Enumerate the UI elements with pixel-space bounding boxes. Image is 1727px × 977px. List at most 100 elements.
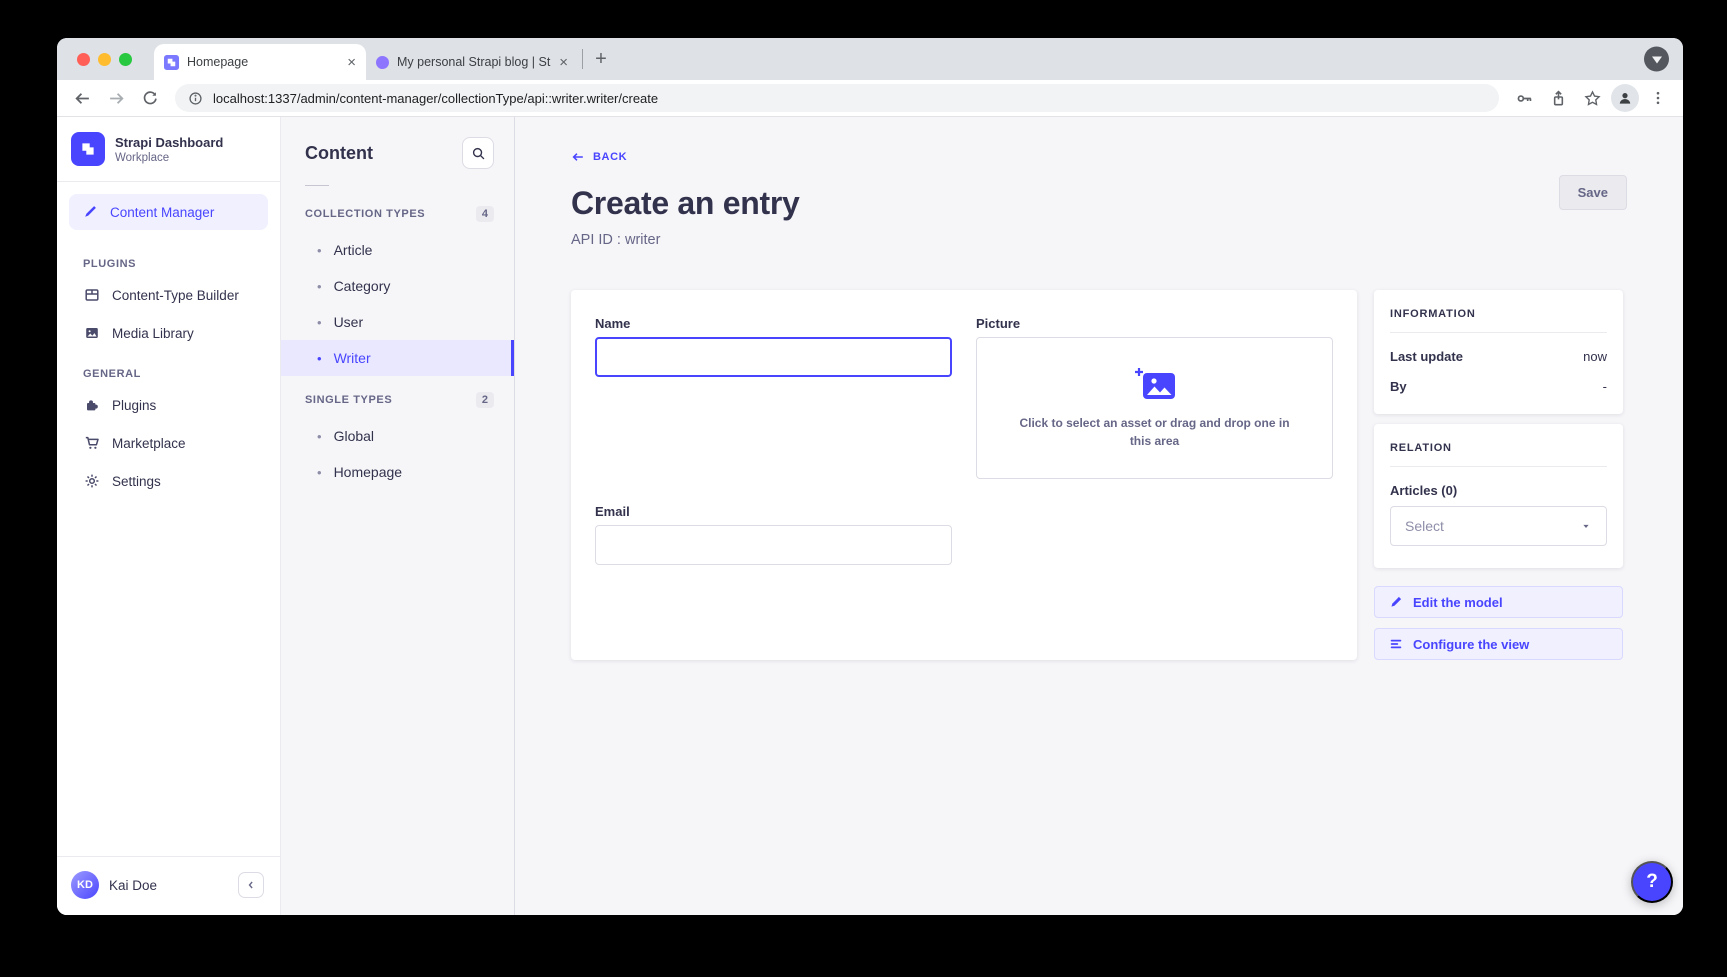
workspace-title: Strapi Dashboard xyxy=(115,135,223,150)
collapse-sidebar-button[interactable] xyxy=(238,872,264,898)
content-subnav: Content COLLECTION TYPES 4 • Article • C… xyxy=(281,117,515,915)
sidebar-item-content-type-builder[interactable]: Content-Type Builder xyxy=(57,276,280,314)
back-link[interactable]: BACK xyxy=(571,150,627,164)
gear-icon xyxy=(83,473,100,489)
reload-button[interactable] xyxy=(135,83,165,113)
sidebar-item-settings[interactable]: Settings xyxy=(57,462,280,500)
sidebar-section-plugins: PLUGINS xyxy=(57,242,280,276)
address-bar[interactable]: localhost:1337/admin/content-manager/col… xyxy=(175,84,1499,112)
back-button[interactable] xyxy=(67,83,97,113)
picture-upload-dropzone[interactable]: Click to select an asset or drag and dro… xyxy=(976,337,1333,479)
sidebar-item-label: Media Library xyxy=(112,326,194,341)
bullet-icon: • xyxy=(317,465,322,480)
configure-view-label: Configure the view xyxy=(1413,637,1529,652)
back-arrow-icon xyxy=(571,150,585,164)
sidebar-item-media-library[interactable]: Media Library xyxy=(57,314,280,352)
browser-profile-chevron-button[interactable] xyxy=(1644,47,1669,72)
page-title: Create an entry xyxy=(571,185,1627,222)
share-icon xyxy=(1550,90,1567,107)
caret-down-icon xyxy=(1580,520,1592,532)
api-id-subtitle: API ID : writer xyxy=(571,232,1627,248)
sidebar-item-plugins[interactable]: Plugins xyxy=(57,386,280,424)
site-info-icon xyxy=(188,91,203,106)
meta-sidebar: INFORMATION Last update now By - xyxy=(1374,290,1623,660)
entry-form-row: Name Picture xyxy=(571,290,1627,660)
sidebar-item-label: Marketplace xyxy=(112,436,186,451)
reload-icon xyxy=(142,90,158,106)
info-value: now xyxy=(1583,349,1607,364)
pencil-icon xyxy=(1389,595,1403,609)
subnav-divider xyxy=(305,185,329,186)
tab-homepage[interactable]: Homepage × xyxy=(154,44,366,80)
subnav-item-writer[interactable]: • Writer xyxy=(281,340,514,376)
back-label: BACK xyxy=(593,151,627,163)
subnav-item-category[interactable]: • Category xyxy=(281,268,514,304)
count-badge: 4 xyxy=(476,206,494,222)
kebab-menu-icon xyxy=(1650,90,1666,106)
maximize-window-button[interactable] xyxy=(119,53,132,66)
search-icon xyxy=(471,146,486,161)
subnav-item-article[interactable]: • Article xyxy=(281,232,514,268)
help-button[interactable]: ? xyxy=(1631,861,1673,903)
panel-divider xyxy=(1390,466,1607,467)
browser-profile-avatar[interactable] xyxy=(1611,84,1639,112)
close-tab-icon[interactable]: × xyxy=(559,55,568,70)
name-field-group: Name xyxy=(595,316,952,479)
tab-separator xyxy=(582,49,583,69)
subnav-item-user[interactable]: • User xyxy=(281,304,514,340)
tab-title: Homepage xyxy=(187,55,339,69)
puzzle-icon xyxy=(83,397,100,413)
password-key-button[interactable] xyxy=(1509,83,1539,113)
edit-model-button[interactable]: Edit the model xyxy=(1374,586,1623,618)
picture-field-group: Picture Click to select an asset or drag… xyxy=(976,316,1333,479)
articles-select[interactable]: Select xyxy=(1390,506,1607,546)
chevron-down-icon xyxy=(1652,57,1662,64)
info-row-by: By - xyxy=(1390,379,1607,394)
sidebar-item-marketplace[interactable]: Marketplace xyxy=(57,424,280,462)
window-controls xyxy=(77,53,132,66)
subnav-item-homepage[interactable]: • Homepage xyxy=(281,454,514,490)
search-button[interactable] xyxy=(462,137,494,169)
count-badge: 2 xyxy=(476,392,494,408)
picture-label: Picture xyxy=(976,316,1333,331)
info-value: - xyxy=(1603,379,1607,394)
bookmark-star-button[interactable] xyxy=(1577,83,1607,113)
edit-model-label: Edit the model xyxy=(1413,595,1503,610)
tab-strapi-blog[interactable]: My personal Strapi blog | Strap × xyxy=(366,44,578,80)
strapi-favicon-icon xyxy=(164,55,179,70)
close-tab-icon[interactable]: × xyxy=(347,55,356,70)
subnav-item-label: User xyxy=(334,314,364,330)
bullet-icon: • xyxy=(317,315,322,330)
minimize-window-button[interactable] xyxy=(98,53,111,66)
sidebar-item-content-manager[interactable]: Content Manager xyxy=(69,194,268,230)
share-button[interactable] xyxy=(1543,83,1573,113)
group-title: COLLECTION TYPES xyxy=(305,208,425,220)
information-header: INFORMATION xyxy=(1390,308,1607,320)
form-grid: Name Picture xyxy=(595,316,1333,565)
configure-view-button[interactable]: Configure the view xyxy=(1374,628,1623,660)
main-content: BACK Create an entry API ID : writer Sav… xyxy=(515,117,1683,915)
email-input[interactable] xyxy=(595,525,952,565)
relation-header: RELATION xyxy=(1390,442,1607,454)
back-arrow-icon xyxy=(74,90,91,107)
browser-window: Homepage × My personal Strapi blog | Str… xyxy=(57,38,1683,915)
subnav-header: Content xyxy=(281,117,514,181)
save-button[interactable]: Save xyxy=(1559,175,1627,210)
workspace-subtitle: Workplace xyxy=(115,152,223,164)
add-image-icon xyxy=(1134,367,1176,401)
relation-panel: RELATION Articles (0) Select xyxy=(1374,424,1623,568)
browser-menu-button[interactable] xyxy=(1643,83,1673,113)
user-avatar[interactable]: KD xyxy=(71,871,99,899)
sidebar-item-label: Content-Type Builder xyxy=(112,288,239,303)
forward-button[interactable] xyxy=(101,83,131,113)
layout-icon xyxy=(83,287,100,303)
sidebar-item-label: Plugins xyxy=(112,398,156,413)
subnav-item-label: Writer xyxy=(334,350,371,366)
strapi-logo-icon xyxy=(71,132,105,166)
new-tab-button[interactable]: + xyxy=(587,45,615,73)
name-input[interactable] xyxy=(595,337,952,377)
subnav-item-global[interactable]: • Global xyxy=(281,418,514,454)
close-window-button[interactable] xyxy=(77,53,90,66)
forward-arrow-icon xyxy=(108,90,125,107)
email-field-group: Email xyxy=(595,504,952,565)
